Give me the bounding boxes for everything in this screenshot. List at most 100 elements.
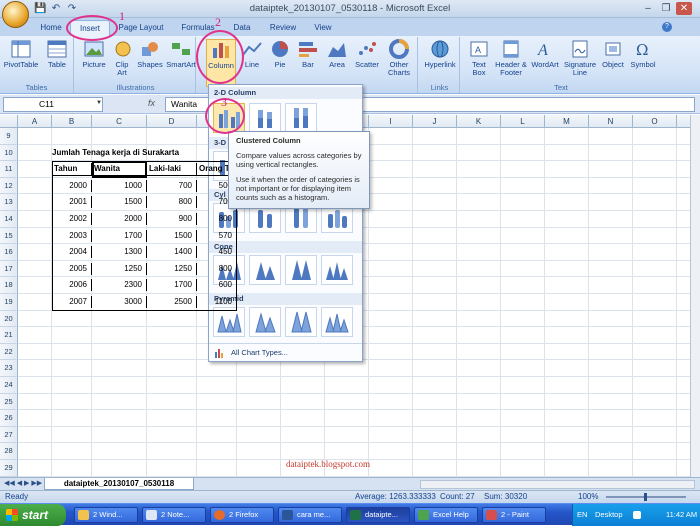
object-button[interactable]: Object (600, 39, 626, 69)
row-header-26[interactable]: 26 (0, 410, 18, 427)
minimize-icon[interactable]: – (640, 2, 656, 15)
column-header-j[interactable]: J (413, 115, 457, 128)
row-header-12[interactable]: 12 (0, 177, 18, 195)
column-header-c[interactable]: C (92, 115, 147, 128)
redo-icon[interactable]: ↷ (66, 3, 78, 15)
header-footer-button[interactable]: Header & Footer (494, 39, 528, 77)
table-cell[interactable]: 3000 (92, 296, 147, 308)
table-cell[interactable]: 1250 (92, 262, 147, 275)
sheet-tab-active[interactable]: dataiptek_20130107_0530118 (44, 478, 194, 490)
tab-review[interactable]: Review (266, 20, 300, 36)
pie-chart-button[interactable]: Pie (268, 39, 292, 69)
tray-volume-icon[interactable] (633, 511, 641, 519)
name-box[interactable]: C11 (3, 97, 103, 112)
cone-option-3[interactable] (285, 255, 317, 285)
table-cell[interactable]: 1700 (92, 229, 147, 242)
table-cell[interactable]: 800 (147, 196, 197, 209)
table-cell[interactable]: 700 (147, 179, 197, 192)
row-header-15[interactable]: 15 (0, 227, 18, 245)
taskbar-item-excel[interactable]: dataipte... (346, 507, 410, 523)
sheet-nav-icon[interactable]: ◀◀ ◀ ▶ ▶▶ (4, 479, 42, 487)
table-cell[interactable]: 2002 (52, 213, 92, 225)
row-header-21[interactable]: 21 (0, 327, 18, 344)
table-cell[interactable]: 900 (147, 213, 197, 225)
table-cell[interactable]: 1700 (147, 279, 197, 292)
table-cell[interactable]: 2005 (52, 262, 92, 275)
column-header-o[interactable]: O (633, 115, 677, 128)
table-cell[interactable]: 1000 (92, 179, 147, 192)
pyramid-option-2[interactable] (249, 307, 281, 337)
table-cell[interactable]: 2500 (147, 296, 197, 308)
row-header-16[interactable]: 16 (0, 244, 18, 261)
row-header-10[interactable]: 10 (0, 144, 18, 162)
table-cell[interactable]: 2000 (92, 213, 147, 225)
taskbar-item-cara[interactable]: cara me... (278, 507, 342, 523)
column-header-d[interactable]: D (147, 115, 197, 128)
column-header-l[interactable]: L (501, 115, 545, 128)
column-header-k[interactable]: K (457, 115, 501, 128)
table-button[interactable]: Table (44, 39, 70, 69)
row-header-11[interactable]: 11 (0, 161, 18, 178)
pyramid-option-3[interactable] (285, 307, 317, 337)
table-cell[interactable]: 2004 (52, 246, 92, 259)
zoom-level[interactable]: 100% (578, 491, 598, 503)
table-cell[interactable]: 800 (197, 213, 237, 225)
table-cell[interactable]: 2300 (92, 279, 147, 292)
taskbar-item-excel-help[interactable]: Excel Help (414, 507, 478, 523)
restore-icon[interactable]: ❐ (658, 2, 674, 15)
hyperlink-button[interactable]: Hyperlink (422, 39, 458, 69)
taskbar-item-paint[interactable]: 2 - Paint (482, 507, 546, 523)
column-header-a[interactable]: A (18, 115, 52, 128)
column-header-n[interactable]: N (589, 115, 633, 128)
shapes-button[interactable]: Shapes (136, 39, 164, 69)
select-all-corner[interactable] (0, 115, 18, 128)
table-header-cell[interactable]: Tahun (52, 163, 92, 177)
pyramid-option-1[interactable] (213, 307, 245, 337)
column-header-i[interactable]: I (369, 115, 413, 128)
row-header-20[interactable]: 20 (0, 310, 18, 328)
textbox-button[interactable]: A Text Box (466, 39, 492, 77)
row-header-27[interactable]: 27 (0, 426, 18, 444)
table-cell[interactable]: 1400 (147, 246, 197, 259)
smartart-button[interactable]: SmartArt (166, 39, 196, 69)
table-cell[interactable]: 450 (197, 246, 237, 259)
area-chart-button[interactable]: Area (324, 39, 350, 69)
table-cell[interactable]: 1500 (92, 196, 147, 209)
zoom-slider-thumb[interactable] (644, 493, 647, 501)
table-cell[interactable]: 2000 (52, 179, 92, 192)
row-header-25[interactable]: 25 (0, 393, 18, 411)
table-cell[interactable]: 2001 (52, 196, 92, 209)
horizontal-scrollbar[interactable] (420, 480, 695, 489)
tray-language[interactable]: EN (577, 504, 587, 526)
undo-icon[interactable]: ↶ (50, 3, 62, 15)
table-cell[interactable]: 570 (197, 229, 237, 242)
all-chart-types-link[interactable]: All Chart Types... (209, 343, 362, 361)
row-header-17[interactable]: 17 (0, 260, 18, 278)
help-icon[interactable]: ? (662, 22, 672, 32)
column-header-b[interactable]: B (52, 115, 92, 128)
office-button[interactable] (2, 1, 29, 28)
table-cell[interactable]: 1100 (197, 296, 237, 308)
row-header-9[interactable]: 9 (0, 128, 18, 145)
table-cell[interactable]: 2007 (52, 296, 92, 308)
scatter-chart-button[interactable]: Scatter (352, 39, 382, 69)
row-header-13[interactable]: 13 (0, 194, 18, 211)
table-cell[interactable]: 1250 (147, 262, 197, 275)
taskbar-item-notepad[interactable]: 2 Note... (142, 507, 206, 523)
row-header-14[interactable]: 14 (0, 211, 18, 228)
tab-view[interactable]: View (308, 20, 338, 36)
column-header-m[interactable]: M (545, 115, 589, 128)
start-button[interactable]: start (0, 504, 66, 526)
table-cell[interactable]: 600 (197, 279, 237, 292)
pivottable-button[interactable]: PivotTable (2, 39, 40, 69)
pyramid-option-4[interactable] (321, 307, 353, 337)
picture-button[interactable]: Picture (80, 39, 108, 69)
row-header-29[interactable]: 29 (0, 460, 18, 477)
name-box-dropdown-icon[interactable]: ▼ (96, 100, 102, 106)
tray-desktop[interactable]: Desktop (595, 504, 623, 526)
wordart-button[interactable]: A WordArt (530, 39, 560, 69)
signature-line-button[interactable]: Signature Line (562, 39, 598, 77)
row-header-18[interactable]: 18 (0, 277, 18, 294)
tab-home[interactable]: Home (36, 20, 66, 36)
column-header-p[interactable]: P (677, 115, 690, 128)
